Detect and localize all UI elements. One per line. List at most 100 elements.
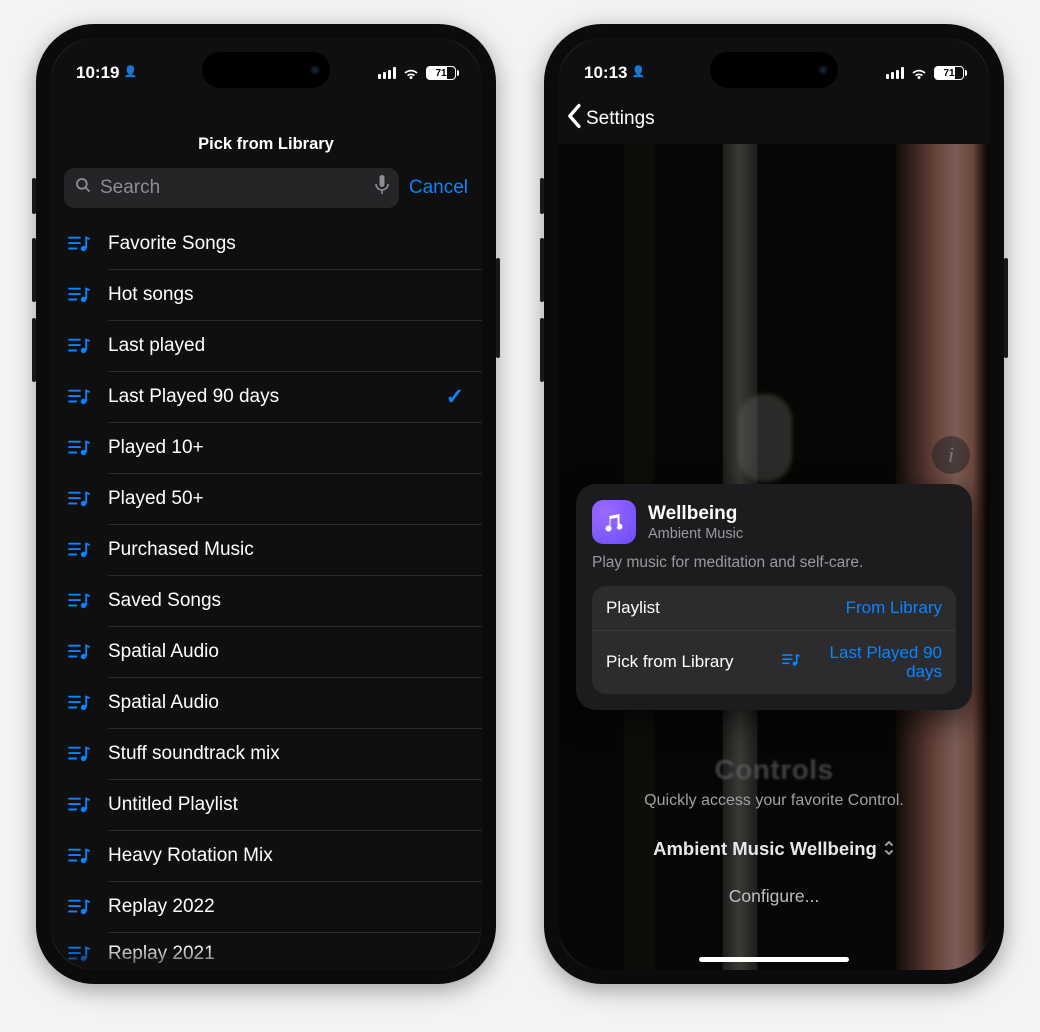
playlist-row[interactable]: Played 50+ bbox=[50, 473, 482, 524]
controls-subtitle: Quickly access your favorite Control. bbox=[558, 792, 990, 810]
playlist-row[interactable]: Favorite Songs bbox=[50, 218, 482, 269]
status-time: 10:13 bbox=[584, 63, 627, 83]
back-label[interactable]: Settings bbox=[586, 108, 655, 130]
playlist-icon bbox=[68, 388, 90, 406]
wifi-icon bbox=[402, 67, 420, 80]
wifi-icon bbox=[910, 67, 928, 80]
playlist-icon bbox=[68, 796, 90, 814]
status-time: 10:19 bbox=[76, 63, 119, 83]
playlist-name: Replay 2021 bbox=[108, 943, 215, 965]
row-label: Pick from Library bbox=[606, 652, 774, 672]
nav-bar: Settings bbox=[558, 94, 990, 144]
playlist-row[interactable]: Played 10+ bbox=[50, 422, 482, 473]
playlist-name: Played 10+ bbox=[108, 437, 204, 459]
playlist-icon bbox=[68, 337, 90, 355]
playlist-name: Heavy Rotation Mix bbox=[108, 845, 273, 867]
controls-heading: Controls bbox=[558, 754, 990, 786]
playlist-name: Last Played 90 days bbox=[108, 386, 279, 408]
playlist-icon bbox=[68, 592, 90, 610]
playlist-row[interactable]: Last played bbox=[50, 320, 482, 371]
playlist-name: Last played bbox=[108, 335, 205, 357]
playlist-name: Favorite Songs bbox=[108, 233, 236, 255]
playlist-icon bbox=[68, 643, 90, 661]
playlist-icon bbox=[68, 945, 90, 963]
playlist-name: Purchased Music bbox=[108, 539, 254, 561]
playlist-row[interactable]: Heavy Rotation Mix bbox=[50, 830, 482, 881]
playlist-name: Hot songs bbox=[108, 284, 194, 306]
focus-icon: 👤 bbox=[123, 65, 137, 78]
playlist-icon bbox=[68, 694, 90, 712]
phone-left: 10:19 👤 71 Pick from Library Search bbox=[36, 24, 496, 984]
playlist-row[interactable]: Replay 2022 bbox=[50, 881, 482, 932]
background-preview: i Wellbeing Ambient Music Play music for… bbox=[558, 144, 990, 970]
playlist-name: Saved Songs bbox=[108, 590, 221, 612]
playlist-icon bbox=[68, 745, 90, 763]
playlist-row[interactable]: Stuff soundtrack mix bbox=[50, 728, 482, 779]
cancel-button[interactable]: Cancel bbox=[409, 177, 468, 199]
playlist-name: Stuff soundtrack mix bbox=[108, 743, 280, 765]
up-down-icon bbox=[883, 839, 895, 860]
playlist-name: Spatial Audio bbox=[108, 692, 219, 714]
control-config-card: Wellbeing Ambient Music Play music for m… bbox=[576, 484, 972, 710]
power-button bbox=[496, 258, 500, 358]
playlist-row[interactable]: Saved Songs bbox=[50, 575, 482, 626]
row-value: Last Played 90 days bbox=[812, 643, 942, 682]
volume-down-button bbox=[540, 318, 544, 382]
wellbeing-app-icon bbox=[592, 500, 636, 544]
card-title: Wellbeing bbox=[648, 503, 743, 525]
row-label: Playlist bbox=[606, 598, 838, 618]
playlist-row[interactable]: Spatial Audio bbox=[50, 677, 482, 728]
playlist-list[interactable]: Favorite Songs Hot songs Last played Last P… bbox=[50, 218, 482, 970]
playlist-name: Untitled Playlist bbox=[108, 794, 238, 816]
playlist-icon bbox=[68, 235, 90, 253]
pick-from-library-row[interactable]: Pick from Library Last Played 90 days bbox=[592, 630, 956, 694]
search-input[interactable]: Search bbox=[64, 168, 399, 208]
playlist-row[interactable]: Purchased Music bbox=[50, 524, 482, 575]
volume-up-button bbox=[32, 238, 36, 302]
sheet-title: Pick from Library bbox=[50, 98, 482, 168]
screen-right: 10:13 👤 71 Settings i bbox=[558, 38, 990, 970]
playlist-setting-row[interactable]: Playlist From Library bbox=[592, 586, 956, 630]
volume-up-button bbox=[540, 238, 544, 302]
row-value: From Library bbox=[846, 598, 942, 618]
dictation-icon[interactable] bbox=[375, 175, 389, 201]
phone-right: 10:13 👤 71 Settings i bbox=[544, 24, 1004, 984]
battery-icon: 71 bbox=[934, 66, 964, 80]
checkmark-icon: ✓ bbox=[446, 384, 464, 410]
side-switch bbox=[32, 178, 36, 214]
back-button[interactable] bbox=[566, 103, 584, 135]
playlist-icon bbox=[68, 490, 90, 508]
playlist-icon bbox=[68, 439, 90, 457]
dynamic-island bbox=[202, 52, 330, 88]
playlist-row[interactable]: Untitled Playlist bbox=[50, 779, 482, 830]
playlist-icon bbox=[782, 652, 800, 673]
playlist-icon bbox=[68, 541, 90, 559]
search-placeholder: Search bbox=[100, 177, 160, 199]
playlist-name: Spatial Audio bbox=[108, 641, 219, 663]
cellular-icon bbox=[378, 67, 396, 79]
focus-icon: 👤 bbox=[631, 65, 645, 78]
playlist-row[interactable]: Last Played 90 days ✓ bbox=[50, 371, 482, 422]
playlist-icon bbox=[68, 847, 90, 865]
background-controls-info: Controls Quickly access your favorite Co… bbox=[558, 754, 990, 907]
volume-down-button bbox=[32, 318, 36, 382]
playlist-name: Replay 2022 bbox=[108, 896, 215, 918]
battery-icon: 71 bbox=[426, 66, 456, 80]
search-icon bbox=[74, 176, 92, 200]
card-subtitle: Ambient Music bbox=[648, 526, 743, 542]
screen-left: 10:19 👤 71 Pick from Library Search bbox=[50, 38, 482, 970]
playlist-icon bbox=[68, 286, 90, 304]
playlist-name: Played 50+ bbox=[108, 488, 204, 510]
power-button bbox=[1004, 258, 1008, 358]
side-switch bbox=[540, 178, 544, 214]
playlist-icon bbox=[68, 898, 90, 916]
card-description: Play music for meditation and self-care. bbox=[592, 554, 956, 572]
home-indicator[interactable] bbox=[699, 957, 849, 962]
cellular-icon bbox=[886, 67, 904, 79]
playlist-row[interactable]: Spatial Audio bbox=[50, 626, 482, 677]
control-picker[interactable]: Ambient Music Wellbeing bbox=[653, 838, 895, 860]
configure-button[interactable]: Configure... bbox=[558, 886, 990, 907]
playlist-row[interactable]: Replay 2021 bbox=[50, 932, 482, 970]
dynamic-island bbox=[710, 52, 838, 88]
playlist-row[interactable]: Hot songs bbox=[50, 269, 482, 320]
